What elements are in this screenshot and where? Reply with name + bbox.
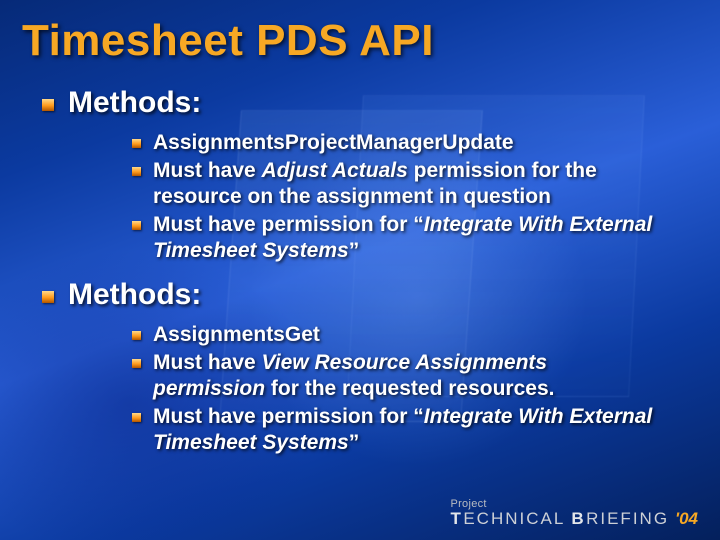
footer-year: '04 [675, 510, 698, 528]
item-text: AssignmentsProjectManagerUpdate [153, 130, 514, 156]
footer-word2-cap: B [571, 510, 584, 528]
list-item: Must have permission for “Integrate With… [132, 404, 662, 456]
section-label: Methods: [68, 86, 201, 120]
section-2: Methods: AssignmentsGet Must have View R… [0, 278, 720, 456]
bullet-icon [132, 139, 141, 148]
list-item: Must have permission for “Integrate With… [132, 212, 662, 264]
bullet-icon [132, 331, 141, 340]
list-item: Must have View Resource Assignments perm… [132, 350, 662, 402]
item-text: Must have View Resource Assignments perm… [153, 350, 662, 402]
bullet-icon [132, 167, 141, 176]
footer-word2-rest: RIEFING [586, 510, 669, 528]
section-row: Methods: [0, 86, 720, 120]
section-1: Methods: AssignmentsProjectManagerUpdate… [0, 86, 720, 264]
item-text: Must have Adjust Actuals permission for … [153, 158, 662, 210]
bullet-icon [132, 413, 141, 422]
footer-word1-cap: T [450, 510, 461, 528]
footer-word1-rest: ECHNICAL [463, 510, 565, 528]
section-row: Methods: [0, 278, 720, 312]
section-label: Methods: [68, 278, 201, 312]
list-item: Must have Adjust Actuals permission for … [132, 158, 662, 210]
bullet-icon [132, 359, 141, 368]
footer-branding: Project TECHNICAL BRIEFING '04 [450, 499, 698, 528]
bullet-icon [132, 221, 141, 230]
item-text: AssignmentsGet [153, 322, 320, 348]
list-item: AssignmentsProjectManagerUpdate [132, 130, 662, 156]
slide-content: Timesheet PDS API Methods: AssignmentsPr… [0, 0, 720, 456]
list-item: AssignmentsGet [132, 322, 662, 348]
slide-title: Timesheet PDS API [0, 0, 720, 66]
footer-title: TECHNICAL BRIEFING '04 [450, 510, 698, 528]
bullet-icon [42, 291, 54, 303]
bullet-icon [42, 99, 54, 111]
item-text: Must have permission for “Integrate With… [153, 404, 662, 456]
section-1-items: AssignmentsProjectManagerUpdate Must hav… [0, 130, 720, 264]
section-2-items: AssignmentsGet Must have View Resource A… [0, 322, 720, 456]
item-text: Must have permission for “Integrate With… [153, 212, 662, 264]
slide: Timesheet PDS API Methods: AssignmentsPr… [0, 0, 720, 540]
